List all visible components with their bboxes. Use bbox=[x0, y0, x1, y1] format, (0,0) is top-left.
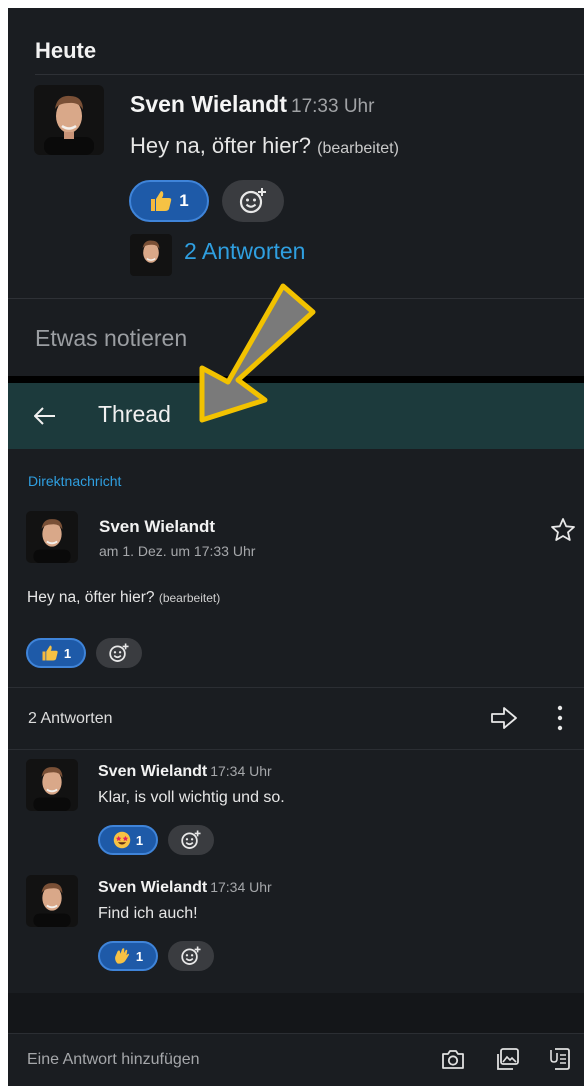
more-options-button[interactable] bbox=[553, 703, 567, 733]
reply-text: Find ich auch! bbox=[98, 905, 198, 922]
add-reaction-button[interactable] bbox=[96, 638, 142, 668]
star-struck-icon bbox=[113, 831, 131, 849]
edited-label: (bearbeitet) bbox=[158, 591, 221, 605]
thread-view-panel: Thread Direktnachricht Sven Wielandt am … bbox=[8, 383, 584, 1086]
clap-icon bbox=[114, 948, 129, 964]
clap-reaction[interactable]: 1 bbox=[98, 941, 158, 971]
reaction-count: 1 bbox=[63, 645, 72, 661]
thumbs-up-icon bbox=[151, 191, 172, 211]
person-avatar-icon bbox=[34, 85, 104, 155]
thumbs-up-icon bbox=[42, 645, 58, 661]
person-avatar-icon bbox=[130, 234, 172, 276]
star-icon bbox=[551, 518, 575, 541]
reaction-count: 1 bbox=[135, 948, 144, 964]
reply-composer: Eine Antwort hinzufügen bbox=[8, 1033, 584, 1086]
add-emoji-icon bbox=[239, 188, 266, 214]
add-reaction-button[interactable] bbox=[222, 180, 284, 222]
page-title: Thread bbox=[98, 401, 171, 427]
thumbs-up-reaction[interactable]: 1 bbox=[26, 638, 86, 668]
person-avatar-icon bbox=[26, 759, 78, 811]
avatar[interactable] bbox=[26, 759, 78, 811]
message-time: 17:34 Uhr bbox=[210, 879, 272, 895]
vertical-dots-icon bbox=[557, 705, 563, 731]
attach-file-button[interactable] bbox=[547, 1046, 573, 1072]
avatar[interactable] bbox=[26, 875, 78, 927]
conversation-context-link[interactable]: Direktnachricht bbox=[28, 473, 121, 489]
channel-view-panel: Heute Sven Wielandt 17:33 Uhr Hey na, öft… bbox=[8, 8, 584, 376]
view-replies-link[interactable]: 2 Antworten bbox=[184, 238, 305, 265]
author-name[interactable]: Sven Wielandt bbox=[98, 879, 207, 896]
message-input[interactable]: Etwas notieren bbox=[35, 325, 187, 352]
reply-text: Klar, is voll wichtig und so. bbox=[98, 789, 285, 806]
thumbs-up-reaction[interactable]: 1 bbox=[129, 180, 209, 222]
person-avatar-icon bbox=[26, 511, 78, 563]
divider bbox=[8, 749, 584, 750]
message-body: Hey na, öfter hier? bbox=[27, 589, 155, 606]
add-emoji-icon bbox=[109, 643, 129, 662]
author-name[interactable]: Sven Wielandt bbox=[130, 91, 287, 117]
reply-input[interactable]: Eine Antwort hinzufügen bbox=[27, 1051, 200, 1069]
spacer bbox=[8, 993, 584, 1033]
image-gallery-icon bbox=[497, 1048, 519, 1070]
person-avatar-icon bbox=[26, 875, 78, 927]
add-reaction-button[interactable] bbox=[168, 825, 214, 855]
divider bbox=[8, 298, 584, 299]
add-emoji-icon bbox=[181, 946, 201, 965]
message-author[interactable]: Sven Wielandt 17:33 Uhr bbox=[130, 91, 374, 118]
reply-avatar bbox=[130, 234, 172, 276]
avatar[interactable] bbox=[26, 511, 78, 563]
forward-arrow-icon bbox=[491, 707, 517, 729]
reply-author[interactable]: Sven Wielandt 17:34 Uhr bbox=[98, 763, 272, 781]
message-time: 17:34 Uhr bbox=[210, 763, 272, 779]
author-name[interactable]: Sven Wielandt bbox=[98, 763, 207, 780]
edited-label: (bearbeitet) bbox=[317, 140, 399, 157]
gallery-button[interactable] bbox=[495, 1046, 521, 1072]
section-title: Heute bbox=[35, 38, 97, 63]
message-time: 17:33 Uhr bbox=[291, 96, 375, 117]
avatar[interactable] bbox=[34, 85, 104, 155]
file-attach-icon bbox=[550, 1048, 570, 1070]
author-name[interactable]: Sven Wielandt bbox=[99, 517, 215, 537]
screen-separator bbox=[8, 376, 584, 383]
camera-icon bbox=[442, 1050, 464, 1069]
star-struck-reaction[interactable]: 1 bbox=[98, 825, 158, 855]
camera-button[interactable] bbox=[440, 1046, 466, 1072]
share-button[interactable] bbox=[489, 705, 519, 731]
reaction-count: 1 bbox=[135, 832, 144, 848]
star-button[interactable] bbox=[550, 517, 576, 543]
message-body: Hey na, öfter hier? bbox=[130, 133, 311, 158]
message-date: am 1. Dez. um 17:33 Uhr bbox=[99, 543, 256, 559]
divider bbox=[8, 687, 584, 688]
add-reaction-button[interactable] bbox=[168, 941, 214, 971]
message-text: Hey na, öfter hier? (bearbeitet) bbox=[130, 133, 399, 159]
reaction-count: 1 bbox=[179, 191, 189, 210]
divider bbox=[35, 74, 584, 75]
reply-author[interactable]: Sven Wielandt 17:34 Uhr bbox=[98, 879, 272, 897]
thread-header: Thread bbox=[8, 383, 584, 449]
back-button[interactable] bbox=[30, 401, 60, 431]
message-text: Hey na, öfter hier? (bearbeitet) bbox=[27, 589, 220, 607]
replies-count: 2 Antworten bbox=[28, 710, 113, 727]
add-emoji-icon bbox=[181, 830, 201, 849]
arrow-left-icon bbox=[34, 407, 55, 425]
